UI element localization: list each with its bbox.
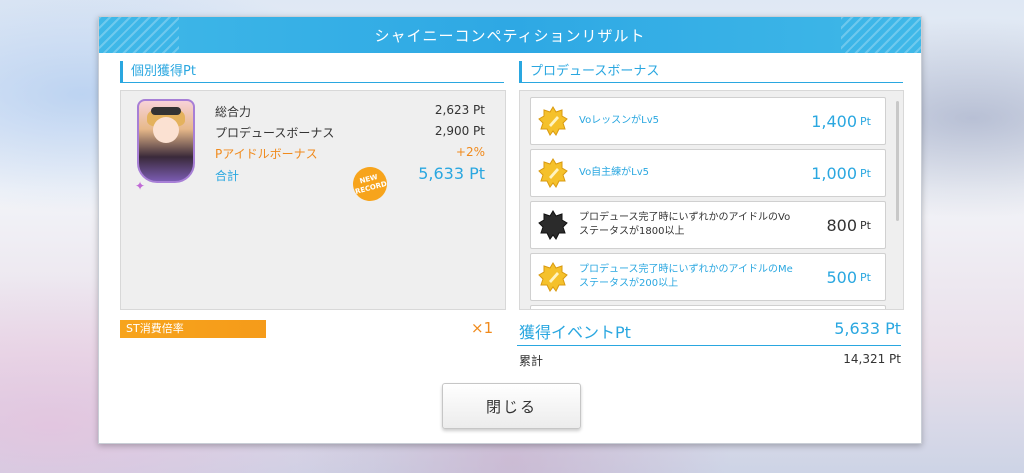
avatar-face	[153, 117, 179, 143]
idol-avatar	[137, 99, 195, 183]
stat-value: 5,633 Pt	[418, 164, 485, 183]
stat-label: プロデュースボーナス	[215, 126, 335, 140]
sparkle-icon: ✦	[135, 179, 146, 193]
title-stripe-decoration	[841, 17, 921, 53]
gold-star-badge-icon	[538, 106, 568, 136]
bonus-points-value: 1,000	[811, 163, 858, 183]
bonus-description: プロデュース完了時にいずれかのアイドルのVoステータスが1800以上	[579, 212, 791, 237]
bonus-list-scrollbar[interactable]	[896, 101, 899, 221]
stat-value: 2,623 Pt	[434, 103, 485, 117]
produce-bonus-heading: プロデュースボーナス	[519, 61, 659, 83]
stat-label: 合計	[215, 169, 240, 183]
gold-star-badge-icon	[538, 262, 568, 292]
event-pt-value: 5,633 Pt	[834, 319, 901, 338]
produce-bonus-list[interactable]: VoレッスンがLv5 1,400 Pt Vo自主練がLv5 1,000 Pt プ…	[519, 90, 904, 310]
dialog-title-bar: シャイニーコンペティションリザルト	[99, 17, 921, 53]
cumulative-value: 14,321 Pt	[843, 352, 901, 366]
bonus-points-unit: Pt	[860, 166, 871, 180]
stat-row-produce-bonus: プロデュースボーナス 2,900 Pt	[215, 124, 505, 144]
stat-row-p-idol-bonus: Pアイドルボーナス +2%	[215, 145, 505, 165]
st-multiplier-label: ST消費倍率	[120, 320, 266, 338]
event-divider	[517, 345, 901, 346]
bonus-points-value: 500	[826, 267, 858, 287]
bonus-item: プロデュース完了時にいずれかのアイドルのMeステータスが200以上 500 Pt	[530, 253, 886, 301]
st-multiplier-value: ×1	[471, 319, 494, 337]
bonus-points: 800 Pt	[827, 202, 872, 248]
stat-label: Pアイドルボーナス	[215, 147, 318, 161]
stat-row-total-power: 総合力 2,623 Pt	[215, 103, 505, 123]
stat-label: 総合力	[215, 105, 252, 119]
stat-value: 2,900 Pt	[434, 124, 485, 138]
bonus-item: プロデュース完了時にいずれかのアイドルのVoステータスが1800以上 800 P…	[530, 201, 886, 249]
title-stripe-decoration	[99, 17, 179, 53]
bonus-item: Vo自主練がLv5 1,000 Pt	[530, 149, 886, 197]
section-divider	[120, 82, 504, 83]
dialog-title: シャイニーコンペティションリザルト	[374, 26, 646, 45]
bonus-description: プロデュース完了時にいずれかのアイドルのMeステータスが200以上	[579, 264, 793, 289]
bonus-item-partial	[530, 305, 886, 309]
cumulative-label: 累計	[519, 354, 544, 368]
bonus-item: VoレッスンがLv5 1,400 Pt	[530, 97, 886, 145]
close-button[interactable]: 閉じる	[442, 383, 581, 429]
bonus-points-unit: Pt	[860, 114, 871, 128]
black-star-badge-icon	[538, 210, 568, 240]
section-divider	[519, 82, 903, 83]
stat-value: +2%	[455, 145, 485, 159]
gold-star-badge-icon	[538, 158, 568, 188]
bonus-description: VoレッスンがLv5	[579, 115, 660, 126]
result-dialog: シャイニーコンペティションリザルト 個別獲得Pt ✦ 総合力 2,623 Pt …	[98, 16, 922, 444]
avatar-goggles	[151, 107, 181, 115]
bonus-points-value: 800	[826, 215, 858, 235]
bonus-description: Vo自主練がLv5	[579, 167, 650, 178]
bonus-points-value: 1,400	[811, 111, 858, 131]
bonus-points: 1,400 Pt	[811, 98, 871, 144]
bonus-points: 1,000 Pt	[811, 150, 871, 196]
individual-pt-heading: 個別獲得Pt	[120, 61, 196, 83]
event-pt-label: 獲得イベントPt	[519, 323, 631, 342]
bonus-points-unit: Pt	[860, 270, 871, 284]
individual-pt-panel: ✦ 総合力 2,623 Pt プロデュースボーナス 2,900 Pt Pアイドル…	[120, 90, 506, 310]
bonus-points: 500 Pt	[827, 254, 872, 300]
bonus-points-unit: Pt	[860, 218, 871, 232]
